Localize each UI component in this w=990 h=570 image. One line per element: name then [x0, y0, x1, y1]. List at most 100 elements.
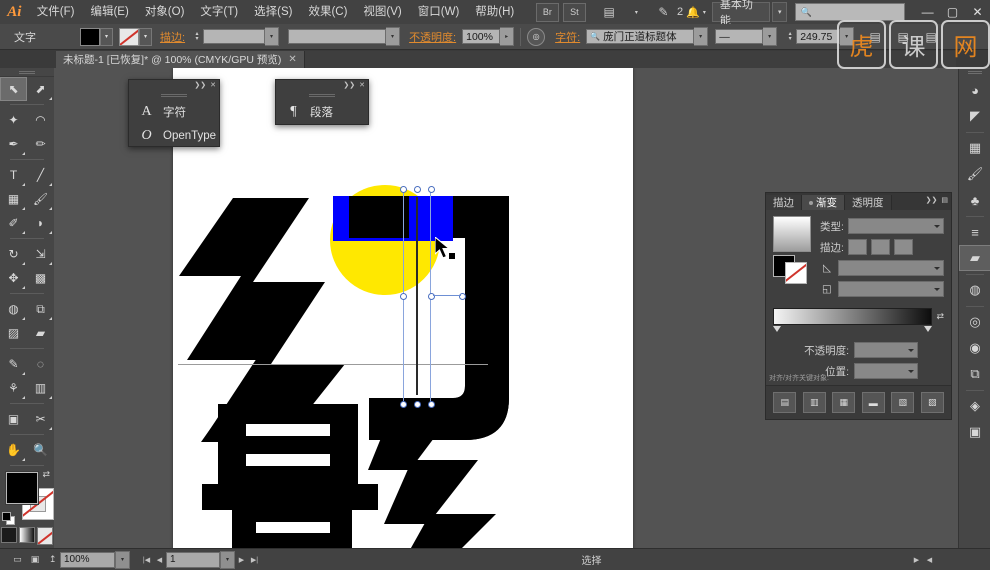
menu-select[interactable]: 选择(S) — [246, 0, 300, 24]
gradient-mode-button[interactable] — [19, 527, 35, 543]
zoom-tool[interactable]: 🔍 — [27, 438, 54, 462]
font-size-stepper[interactable]: ▴ ▾ — [784, 29, 796, 45]
stroke-panel-icon[interactable]: ≡ — [959, 219, 990, 245]
scale-tool[interactable]: ⇲ — [27, 242, 54, 266]
appearance-panel-icon[interactable]: ◎ — [959, 309, 990, 335]
default-fill-stroke-icon[interactable] — [2, 512, 15, 525]
font-size-chevron-icon[interactable]: ▾ — [840, 27, 855, 46]
transform-panel-icon[interactable]: ⧉ — [959, 361, 990, 387]
gradient-within-stroke-button[interactable] — [847, 239, 867, 255]
align-button-5[interactable]: ▧ — [891, 392, 915, 413]
bridge-icon[interactable]: Br — [535, 2, 559, 22]
gradient-panel-icon[interactable]: ▰ — [959, 245, 990, 271]
width-tool[interactable]: ✥ — [0, 266, 27, 290]
align-button-6[interactable]: ▨ — [920, 392, 944, 413]
gradient-stop-end[interactable] — [924, 326, 932, 332]
status-scroll-left-icon[interactable]: ◀ — [923, 552, 936, 568]
menu-object[interactable]: 对象(O) — [137, 0, 193, 24]
handle-bl[interactable] — [400, 401, 407, 408]
gradient-preview-swatch[interactable] — [773, 216, 811, 252]
stroke-weight-chevron-icon[interactable]: ▾ — [265, 27, 280, 46]
handle-tr[interactable] — [428, 186, 435, 193]
gradient-across-stroke-button[interactable] — [893, 239, 913, 255]
font-family-chevron-icon[interactable]: ▾ — [694, 27, 709, 46]
right-dock-grip[interactable] — [959, 68, 990, 77]
rotate-tool[interactable]: ↻ — [0, 242, 27, 266]
align-center-icon[interactable]: ▤ — [892, 28, 914, 45]
fill-color-swatch[interactable] — [80, 27, 100, 46]
lasso-tool[interactable]: ◠ — [27, 108, 54, 132]
paragraph-panel-grip[interactable] — [276, 91, 368, 100]
zoom-chevron-icon[interactable]: ▾ — [115, 550, 130, 569]
first-artboard-icon[interactable]: |◀ — [140, 552, 153, 568]
gradient-location-field[interactable] — [854, 363, 918, 379]
paragraph-panel-collapse-icon[interactable]: ❯❯ — [343, 81, 355, 90]
handle-tl[interactable] — [400, 186, 407, 193]
panel-item-opentype[interactable]: O OpenType — [129, 124, 219, 148]
fill-chevron-icon[interactable]: ▾ — [100, 27, 113, 46]
magic-wand-tool[interactable]: ✦ — [0, 108, 27, 132]
color-panel-icon[interactable]: ◕ — [959, 77, 990, 103]
align-button-4[interactable]: ▬ — [861, 392, 885, 413]
handle-br[interactable] — [428, 401, 435, 408]
artboard-chevron-icon[interactable]: ▾ — [220, 550, 235, 569]
document-tab-close-icon[interactable]: ✕ — [288, 54, 296, 65]
maximize-button[interactable]: ▢ — [940, 0, 965, 24]
column-graph-tool[interactable]: ▥ — [27, 376, 54, 400]
align-button-2[interactable]: ▥ — [802, 392, 826, 413]
align-left-icon[interactable]: ▤ — [864, 28, 886, 45]
document-tab[interactable]: 未标题-1 [已恢复]* @ 100% (CMYK/GPU 预览) ✕ — [56, 51, 305, 68]
brushes-panel-icon[interactable]: 🖌 — [959, 161, 990, 187]
eraser-tool[interactable]: ◗ — [27, 211, 54, 235]
menu-help[interactable]: 帮助(H) — [467, 0, 522, 24]
paragraph-panel-titlebar[interactable]: ❯❯ ✕ — [276, 80, 368, 91]
tab-gradient[interactable]: 渐变 — [802, 195, 845, 210]
gradient-panel-menu-icon[interactable]: ▤ — [941, 196, 948, 204]
character-panel-titlebar[interactable]: ❯❯ ✕ — [129, 80, 219, 91]
paragraph-panel[interactable]: ❯❯ ✕ ¶ 段落 — [275, 79, 369, 125]
character-label[interactable]: 字符: — [555, 29, 580, 45]
handle-ml[interactable] — [400, 293, 407, 300]
handle-bc[interactable] — [414, 401, 421, 408]
stroke-chevron-icon[interactable]: ▾ — [139, 27, 152, 46]
transparency-panel-icon[interactable]: ◍ — [959, 277, 990, 303]
artboard-number-field[interactable]: 1 — [166, 551, 220, 568]
line-segment-tool[interactable]: ╱ — [27, 163, 54, 187]
character-panel[interactable]: ❯❯ ✕ A 字符 O OpenType — [128, 79, 220, 147]
symbol-sprayer-tool[interactable]: ⚘ — [0, 376, 27, 400]
arrange-caret-icon[interactable]: ▾ — [626, 4, 647, 21]
gradient-slider[interactable] — [773, 308, 933, 325]
free-transform-tool[interactable]: ▩ — [27, 266, 54, 290]
align-button-1[interactable]: ▤ — [773, 392, 797, 413]
menu-window[interactable]: 窗口(W) — [410, 0, 468, 24]
gradient-angle-field[interactable] — [838, 260, 944, 276]
align-button-3[interactable]: ▦ — [832, 392, 856, 413]
handle-tc[interactable] — [414, 186, 421, 193]
symbols-panel-icon[interactable]: ♣ — [959, 187, 990, 213]
menu-type[interactable]: 文字(T) — [192, 0, 246, 24]
opacity-chevron-icon[interactable]: ▸ — [500, 27, 515, 46]
opacity-label[interactable]: 不透明度: — [409, 29, 456, 45]
color-guide-panel-icon[interactable]: ◤ — [959, 103, 990, 129]
menu-view[interactable]: 视图(V) — [355, 0, 409, 24]
type-selection-overlay[interactable] — [400, 186, 466, 408]
view-mode-icon-2[interactable]: ▣ — [28, 552, 43, 567]
gradient-reverse-icon[interactable]: ⇄ — [936, 311, 944, 322]
perspective-grid-tool[interactable]: ⧉ — [27, 297, 54, 321]
close-button[interactable]: ✕ — [965, 0, 990, 24]
next-artboard-icon[interactable]: ▶ — [235, 552, 248, 568]
menu-file[interactable]: 文件(F) — [29, 0, 83, 24]
curvature-tool[interactable]: ✏ — [27, 132, 54, 156]
notifications[interactable]: 2 🔔 ▾ — [677, 6, 706, 19]
gradient-panel-collapse-icon[interactable]: ❯❯ — [926, 196, 938, 204]
font-family-field[interactable]: 🔍 庞门正道标题体 — [586, 29, 695, 44]
view-mode-icon[interactable]: ▭ — [10, 552, 25, 567]
type-tool[interactable]: T — [0, 163, 27, 187]
swap-fill-stroke-icon[interactable]: ⇄ — [42, 469, 50, 480]
gradient-panel[interactable]: 描边 渐变 透明度 ❯❯ ▤ 类型: 描边: ◺ ◱ ⇄ 不透明度: 位置: 对… — [765, 192, 952, 420]
workspace-chevron-icon[interactable]: ▾ — [772, 2, 788, 22]
menu-edit[interactable]: 编辑(E) — [82, 0, 136, 24]
stroke-profile-chevron-icon[interactable]: ▾ — [386, 27, 401, 46]
none-mode-button[interactable] — [37, 527, 53, 545]
font-style-chevron-icon[interactable]: ▾ — [763, 27, 778, 46]
